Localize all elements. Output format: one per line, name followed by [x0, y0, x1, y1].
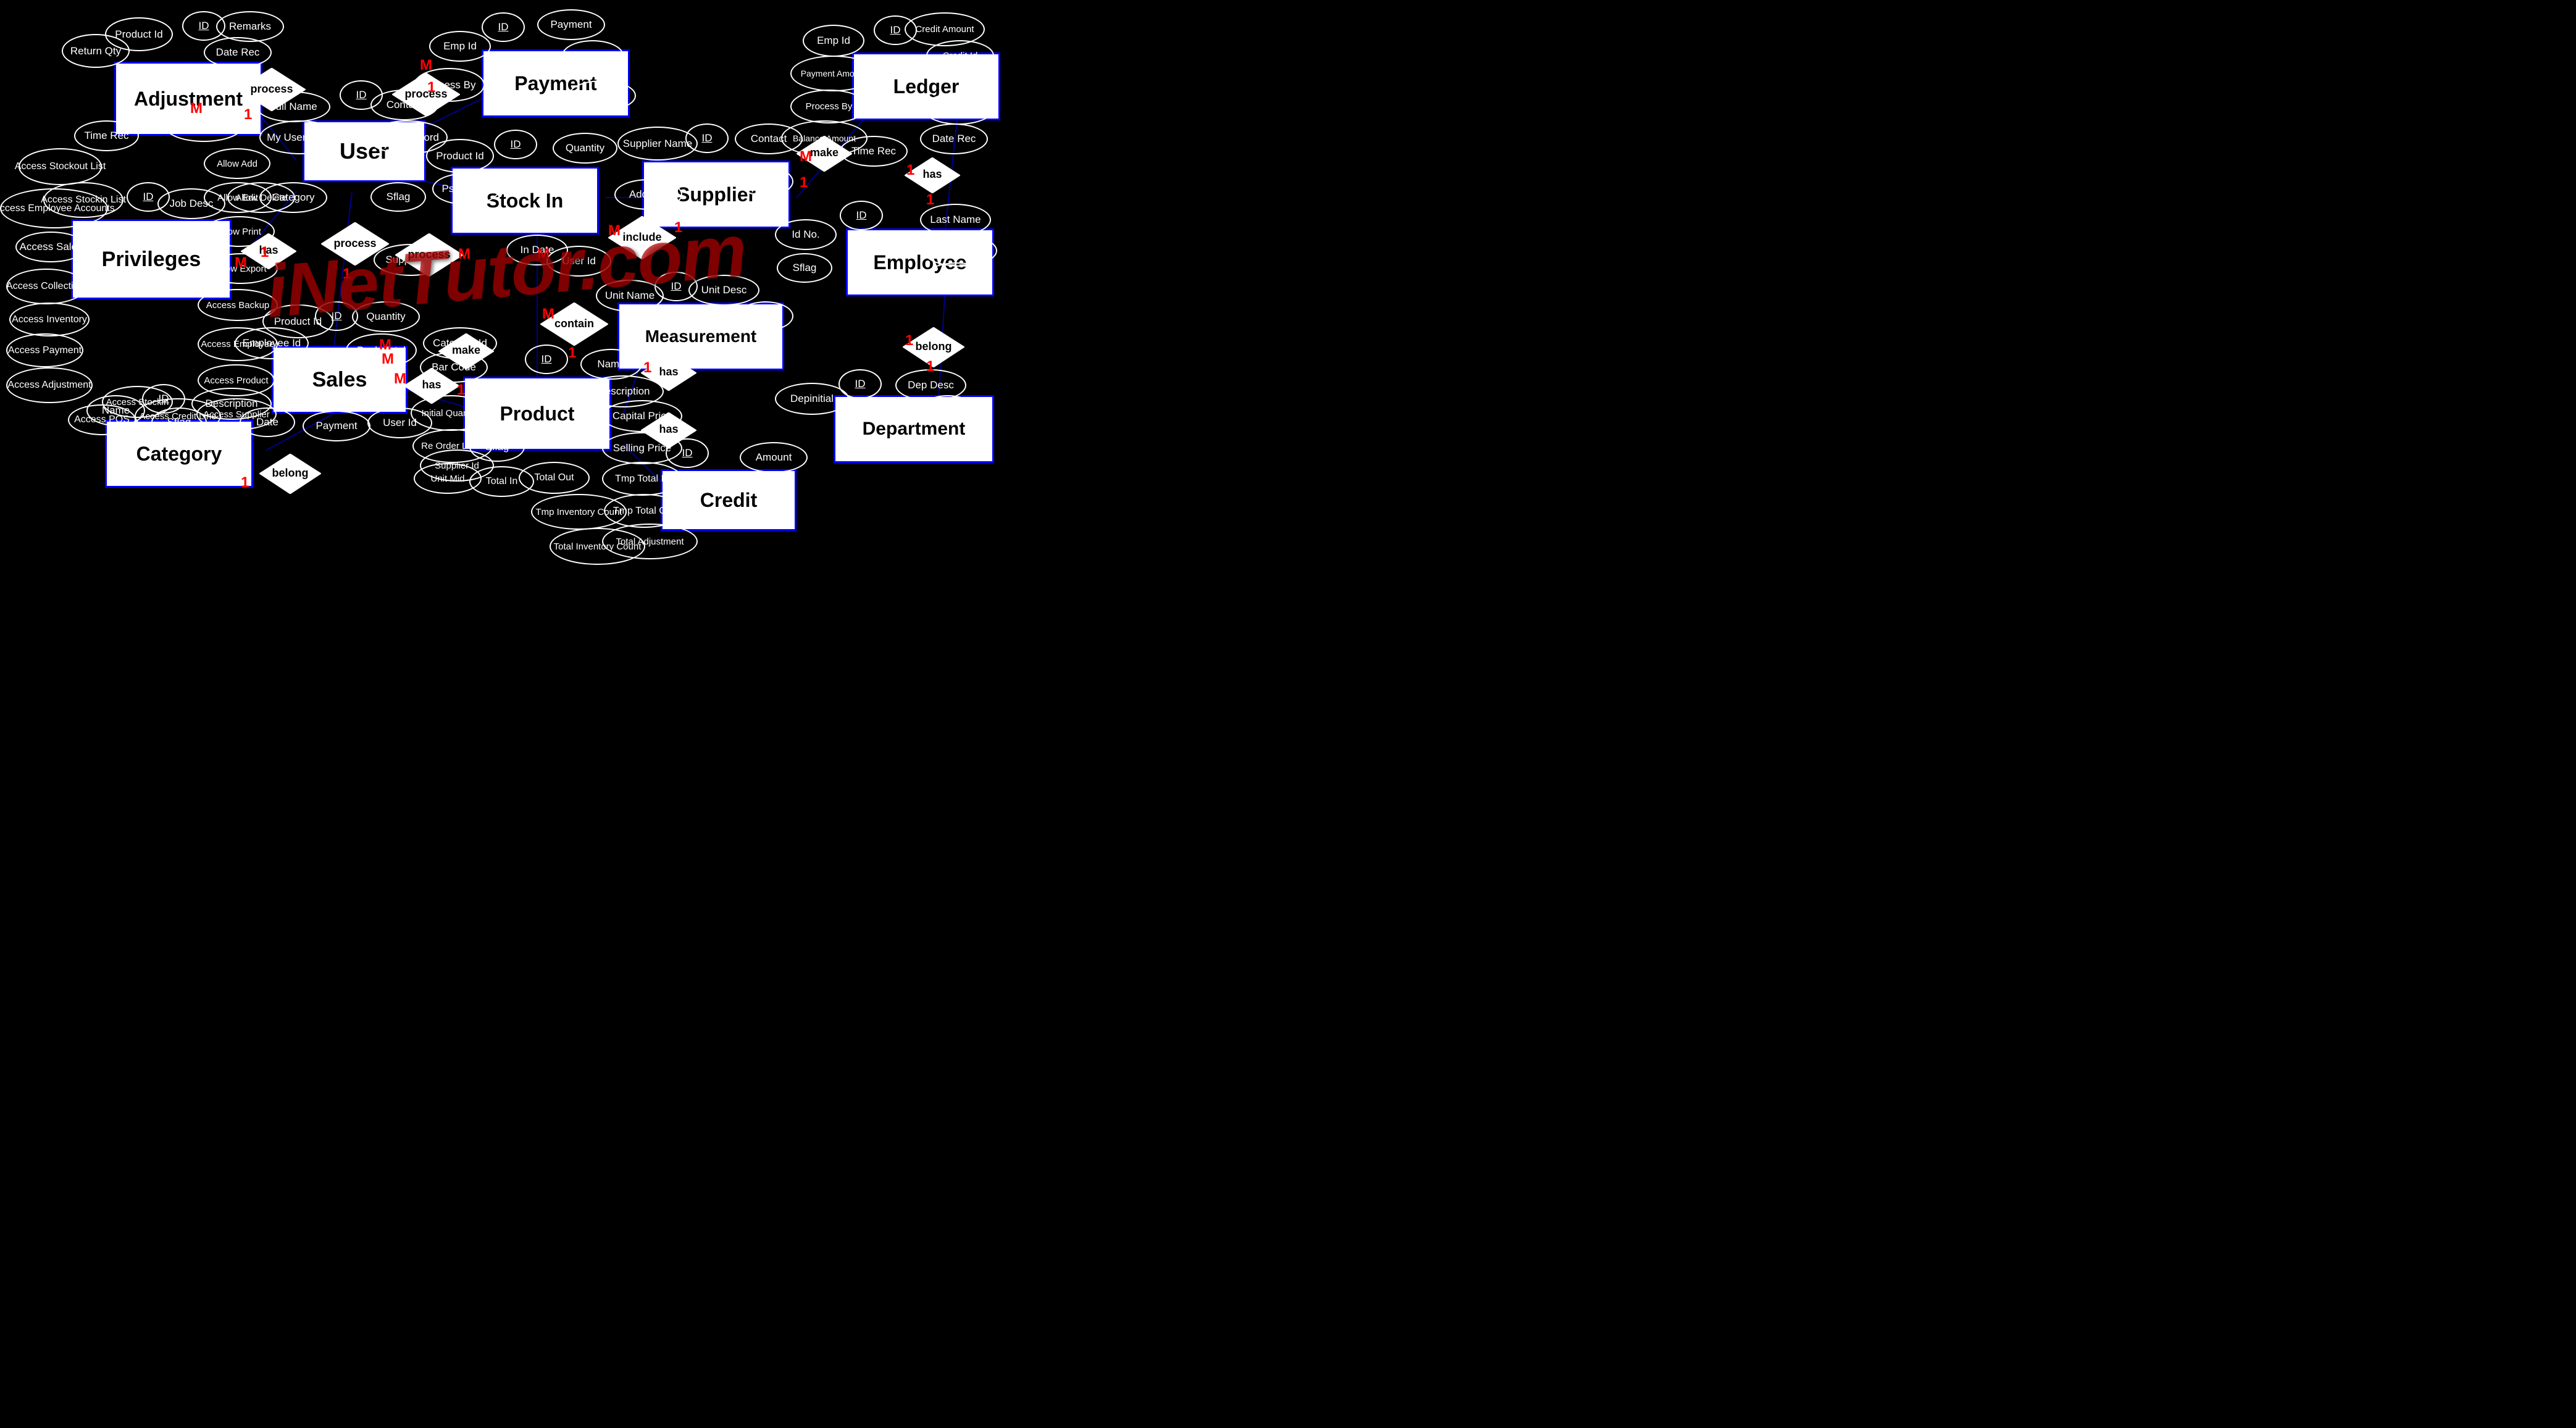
attr-sflag-dept: Sflag	[920, 395, 976, 425]
card-1-belong-dept-emp: 1	[926, 358, 934, 375]
er-diagram: Adjustment User Privileges Payment Stock…	[0, 0, 2576, 1428]
card-m-pay-process: M	[420, 57, 432, 74]
rel-process-pay: process	[392, 73, 460, 116]
attr-date-rec-led: Date Rec	[920, 123, 988, 154]
attr-quantity-si: Quantity	[553, 133, 617, 164]
attr-time-rec-adj: Time Rec	[74, 120, 139, 151]
rel-has-sales-prod: has	[404, 368, 459, 404]
attr-sflag-cat: Sflag	[151, 407, 207, 437]
attr-allow-delete: Allow Delete	[227, 182, 295, 213]
card-1-contain-prod: 1	[568, 344, 576, 362]
attr-access-adjustment: Access Adjustment	[6, 367, 93, 403]
svg-text:has: has	[422, 378, 441, 391]
svg-text:process: process	[404, 88, 447, 100]
card-1-adj-process: 1	[244, 106, 252, 123]
svg-text:has: has	[659, 423, 678, 435]
rel-make-sales-prod: make	[438, 333, 494, 369]
attr-process-by-led: Process By	[790, 90, 868, 123]
attr-payment-sales: Payment	[303, 411, 370, 441]
rel-belong-sales-cat: belong	[259, 454, 321, 494]
attr-amount-credit: Amount	[740, 442, 808, 473]
attr-access-stockout-list: Access Stockout List	[19, 148, 102, 185]
attr-address-sup: Address	[614, 179, 682, 210]
rel-process-adj: process	[238, 68, 306, 111]
attr-id-si: ID	[494, 130, 537, 159]
svg-text:has: has	[922, 168, 942, 180]
attr-return-qty: Return Qty	[62, 34, 130, 68]
attr-sflag-sup: Sflag	[738, 167, 793, 196]
attr-dept-id-emp: Dept Id	[923, 262, 991, 294]
attr-allow-add: Allow Add	[204, 148, 270, 179]
attr-sflag-meas: Sflag	[738, 301, 793, 331]
svg-text:belong: belong	[916, 340, 952, 353]
card-m-make-led: M	[800, 148, 812, 165]
card-1-make-supplier: 1	[800, 174, 808, 191]
attr-emp-id-pay: Emp Id	[429, 31, 491, 62]
attr-time-rec-pay: Time Rec	[568, 80, 636, 111]
attr-access-stockin-list: Access Stockin List	[43, 182, 123, 218]
attr-id-no-emp: Id No.	[775, 219, 837, 250]
attr-access-sales: Access Sales	[15, 232, 86, 262]
diagram-lines	[0, 0, 2576, 1428]
card-1-pay-process: 1	[427, 79, 435, 96]
attr-sflag-emp: Sflag	[777, 253, 832, 283]
card-1-has-prod-meas: 1	[643, 359, 651, 377]
card-m-sales-has: M	[394, 370, 406, 388]
svg-text:belong: belong	[272, 467, 309, 479]
card-1-has-led-emp: 1	[906, 162, 914, 179]
attr-reorder-level: Re Order Level	[412, 429, 493, 463]
attr-access-inventory: Access Inventory	[9, 303, 90, 336]
attr-id-pay: ID	[482, 12, 525, 42]
card-m-sales-make2: M	[382, 351, 394, 368]
attr-credit-id-led: Credit Id	[926, 40, 994, 71]
attr-access-collectible: Access Collectible	[6, 269, 86, 304]
attr-depinitial: Depinitial	[775, 383, 849, 415]
attr-id-prod: ID	[525, 344, 568, 374]
attr-product-id-si: Product Id	[426, 139, 494, 173]
attr-amount-pay: Amount	[562, 40, 624, 71]
attr-payment-id-led: Payment Id	[923, 93, 994, 125]
attr-tmp-total-in: Tmp Total In	[602, 462, 682, 496]
attr-total-inventory: Total Inventory Count	[550, 528, 645, 565]
svg-text:contain: contain	[554, 317, 594, 330]
attr-access-payment: Access Payment	[6, 333, 83, 367]
attr-psub-total-si: Psub Total	[432, 173, 500, 205]
attr-payment-pay: Payment	[537, 9, 605, 40]
svg-text:make: make	[810, 146, 838, 159]
attr-tmp-inventory: Tmp Inventory Count	[531, 494, 627, 530]
svg-text:process: process	[250, 83, 293, 95]
rel-has-prod-credit: has	[641, 412, 696, 448]
attr-my-username: My Username	[259, 120, 340, 154]
card-m-adj-process: M	[190, 100, 203, 117]
attr-name-prod: Name	[580, 349, 642, 380]
card-m-priv-has: M	[235, 254, 247, 272]
attr-emp-id-led: Emp Id	[803, 25, 864, 57]
attr-processed-by-adj: Processed By	[164, 108, 244, 142]
svg-text:has: has	[659, 365, 678, 378]
attr-sflag-user: Sflag	[370, 182, 426, 212]
card-1-prod-has: 1	[457, 382, 465, 399]
attr-id-emp: ID	[840, 201, 883, 230]
attr-payment-amount-led: Payment Amount	[790, 56, 877, 91]
card-1-emp-led: 1	[926, 191, 934, 209]
attr-date-rec-adj: Date Rec	[204, 37, 272, 68]
attr-name-cat: Name	[86, 395, 145, 426]
svg-text:make: make	[452, 344, 480, 356]
card-1-cat-belong: 1	[241, 474, 249, 491]
attr-unit-mid: Unit Mid	[414, 463, 482, 494]
attr-supplier-name: Supplier Name	[617, 127, 698, 161]
card-1-belong-emp-dept: 1	[905, 332, 913, 349]
